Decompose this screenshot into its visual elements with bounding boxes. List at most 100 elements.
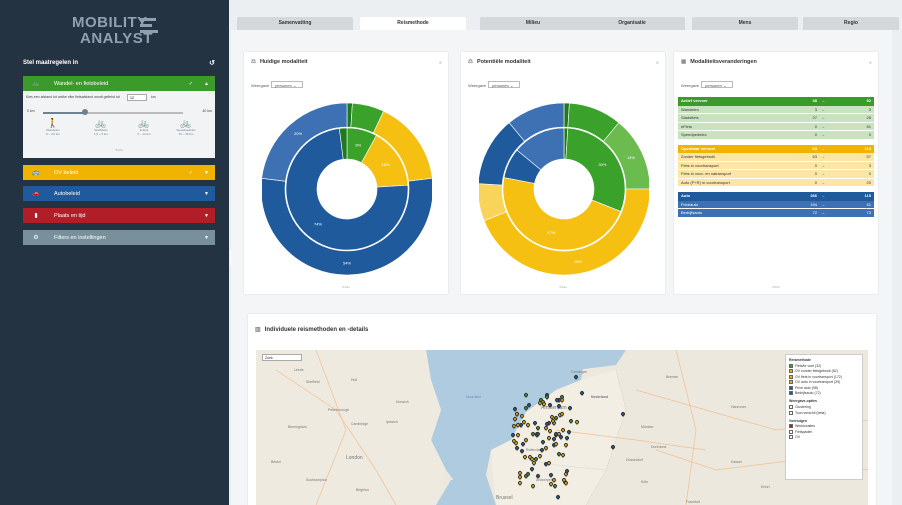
map-place-label: Düsseldorf xyxy=(626,458,643,462)
legend-item[interactable]: OV auto in voortransport (39) xyxy=(789,380,859,385)
distance-question: Kies een afstand tot welke elke fietsafs… xyxy=(26,95,120,99)
panel-car-policy[interactable]: 🚗 Autobeleid ▼ xyxy=(23,186,215,201)
checkbox[interactable] xyxy=(789,391,793,396)
row-current: 0 xyxy=(814,132,817,137)
inner-ring-label: 74% xyxy=(314,222,322,227)
inner-ring-label: 16% xyxy=(381,162,389,167)
card-title-text: Huidige modaliteit xyxy=(259,59,308,65)
row-current: 72 xyxy=(812,210,817,215)
sidebar-header: Stel maatregelen in ↺ xyxy=(23,59,215,67)
legend-item[interactable]: Werklocaties xyxy=(789,424,859,429)
legend-item[interactable]: OV fiets in voortransport (172) xyxy=(789,375,859,379)
chevron-down-icon[interactable]: ▼ xyxy=(204,235,209,241)
map-search-placeholder: Zoek xyxy=(265,356,273,360)
distance-input[interactable] xyxy=(127,94,147,101)
map-place-label: Brussel xyxy=(496,495,513,501)
tab-reismethode[interactable]: Reismethode xyxy=(360,17,466,31)
chevron-down-icon[interactable]: ▼ xyxy=(204,213,209,219)
table-row: Fiets in voortransport 0 → 3 xyxy=(678,161,874,170)
mobility-analyst-logo: MOBILITY ANALYST xyxy=(72,14,172,50)
legend-item-label: Privé auto (98) xyxy=(795,385,818,390)
panel-place-time[interactable]: ▮ Plaats en tijd ▼ xyxy=(23,208,215,223)
checkbox[interactable] xyxy=(789,429,793,434)
tab-samenvatting[interactable]: Samenvatting xyxy=(237,17,353,30)
card-more-info[interactable]: ▾ Info xyxy=(674,285,878,289)
row-potential: 3 xyxy=(868,162,871,168)
row-current: 0 xyxy=(814,123,817,129)
legend-item[interactable]: Toon verschil (beta) xyxy=(789,411,859,415)
legend-item[interactable]: Fietspaden xyxy=(789,430,859,434)
row-label: Speedpedelec xyxy=(681,132,707,137)
inner-ring-label: 8% xyxy=(355,142,361,147)
weergave-select[interactable]: personen ⌄ xyxy=(701,81,734,88)
panel-filters-settings[interactable]: ⚙ Filters en instellingen ▼ xyxy=(23,230,215,245)
panel-public-transport[interactable]: 🚌 OV beleid ✓ ▼ xyxy=(23,165,215,180)
chevron-down-icon[interactable]: ▼ xyxy=(204,191,209,197)
distance-slider-handle[interactable] xyxy=(82,109,88,115)
card-title-text: Potentiële modaliteit xyxy=(476,59,531,65)
donut-chart-huidige: 54% 20% 8% 16% 74% xyxy=(262,102,432,276)
chevron-up-icon[interactable]: ▲ xyxy=(204,81,209,87)
panel-label: Wandel- en fietsbeleid xyxy=(54,80,109,87)
card-more-info[interactable]: ▾ Info xyxy=(461,285,665,289)
map-legend: Reismethode Fiets/te voet (32) OV zonder f… xyxy=(785,354,863,480)
mode-range: 0 – 2,5 km xyxy=(45,132,60,136)
table-row: Fiets in voor- en natransport 0 → 0 xyxy=(678,170,874,179)
tab-milieu[interactable]: Milieu xyxy=(480,17,586,30)
checkbox[interactable] xyxy=(789,424,793,429)
map-place-label: Birmingham xyxy=(288,425,307,429)
weergave-select[interactable]: personen ⌄ xyxy=(488,81,521,88)
arrow-icon: → xyxy=(821,179,825,185)
panel-label: Plaats en tijd xyxy=(54,212,86,219)
checkbox[interactable] xyxy=(789,363,793,368)
mode-ebike: 🚲 E-fiets 2 – 12 km xyxy=(126,118,162,136)
walk-more-info[interactable]: ▾ Info xyxy=(23,148,215,152)
checkbox[interactable] xyxy=(789,385,793,390)
tab-regio[interactable]: Regio xyxy=(803,17,899,30)
card-title: ⚖ Huidige modaliteit xyxy=(251,59,308,65)
table-group-header[interactable]: Openbaar vervoer 63 → 113 xyxy=(678,144,874,153)
reset-icon[interactable]: ↺ xyxy=(209,59,215,67)
arrow-icon: → xyxy=(821,106,825,112)
map-search-box[interactable]: Zoek xyxy=(262,354,302,361)
weergave-control: Weergave personen ⌄ xyxy=(251,81,304,88)
checkbox[interactable] xyxy=(789,369,793,374)
checkbox[interactable] xyxy=(789,405,793,410)
checkbox[interactable] xyxy=(789,380,793,385)
tab-organisatie[interactable]: Organisatie xyxy=(579,17,685,30)
legend-item[interactable]: OV xyxy=(789,435,859,440)
checkbox[interactable] xyxy=(789,374,793,379)
table-group-header[interactable]: Actief vervoer 38 → 92 xyxy=(678,97,874,106)
map-view[interactable]: Leeds Sheffield Hull Peterborough Norwich Bir… xyxy=(256,350,868,505)
card-more-info[interactable]: ▾ Info xyxy=(244,285,448,289)
legend-item[interactable]: Privé auto (98) xyxy=(789,386,859,390)
chevron-down-icon[interactable]: ▼ xyxy=(204,170,209,176)
pin-icon[interactable]: ⊕ xyxy=(656,60,659,65)
checkbox[interactable] xyxy=(789,435,793,440)
weergave-label: Weergave xyxy=(251,83,270,88)
legend-item[interactable]: Clustering xyxy=(789,405,859,410)
table-spacer xyxy=(678,218,874,223)
row-potential: 0 xyxy=(868,171,871,176)
map-place-label: Kassel xyxy=(731,460,742,464)
table-group-header[interactable]: Auto 266 → 115 xyxy=(678,192,874,201)
weergave-value: personen xyxy=(275,83,292,88)
legend-item[interactable]: Fiets/te voet (32) xyxy=(789,364,859,368)
pin-icon[interactable]: ⊕ xyxy=(869,60,872,65)
tab-mens[interactable]: Mens xyxy=(692,17,798,30)
table-row: Stadsfiets 27 → 28 xyxy=(678,114,874,123)
checkbox[interactable] xyxy=(789,410,793,415)
pin-icon[interactable]: ⊕ xyxy=(439,60,442,65)
map-place-label: Cambridge xyxy=(351,422,369,426)
row-potential: 28 xyxy=(866,115,871,120)
row-potential: 20 xyxy=(866,179,871,185)
row-label: eFiets xyxy=(681,123,692,129)
card-modaliteitsveranderingen: ▦ Modaliteitsveranderingen ⊕ Weergave pers… xyxy=(674,52,878,294)
panel-walk-bike[interactable]: 🚲 Wandel- en fietsbeleid ✓ ▲ xyxy=(23,76,215,91)
legend-item[interactable]: Bedrijfsauto (72) xyxy=(789,391,859,396)
legend-item[interactable]: OV zonder fietsgebruik (52) xyxy=(789,369,859,374)
map-place-label: Hull xyxy=(351,378,358,382)
arrow-icon: → xyxy=(821,171,825,176)
weergave-select[interactable]: personen ⌄ xyxy=(271,81,304,88)
row-label: Zonder fietsgebruik xyxy=(681,154,716,159)
